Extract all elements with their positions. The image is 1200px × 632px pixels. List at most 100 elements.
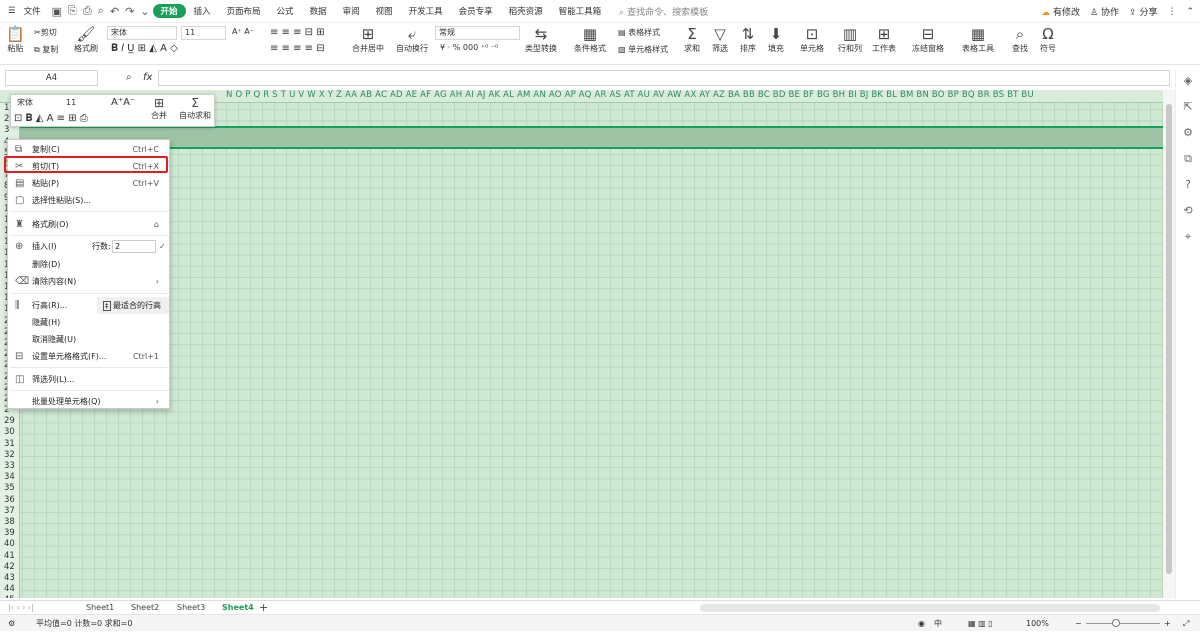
collab-button[interactable]: ♙ 协作 bbox=[1090, 5, 1119, 18]
zoom-icon[interactable]: ⌕ bbox=[126, 72, 132, 83]
tab-member[interactable]: 会员专享 bbox=[451, 5, 501, 17]
zoom-slider[interactable] bbox=[1086, 623, 1160, 624]
zoom-level[interactable]: 100% bbox=[1026, 615, 1049, 632]
tab-review[interactable]: 审阅 bbox=[335, 5, 368, 17]
cut-button[interactable]: ✂剪切 bbox=[34, 27, 57, 38]
freeze-button[interactable]: ⊟ 冻结窗格 bbox=[912, 25, 944, 54]
menu-paste-special[interactable]: ▢ 选择性粘贴(S)... bbox=[8, 192, 169, 209]
merge-center-button[interactable]: ⊞ 合并居中 bbox=[352, 25, 384, 54]
cell-button[interactable]: ⊡ 单元格 bbox=[800, 25, 824, 54]
row-header[interactable]: 32 bbox=[0, 450, 19, 461]
share-button[interactable]: ⇪ 分享 bbox=[1129, 5, 1157, 18]
sidebar-location-icon[interactable]: ⌖ bbox=[1176, 230, 1200, 252]
formula-input[interactable] bbox=[158, 70, 1170, 86]
best-fit-row-height[interactable]: ‡ 最适合的行高 bbox=[97, 297, 169, 314]
row-header[interactable]: 44 bbox=[0, 584, 19, 595]
print-icon[interactable]: ⎙ bbox=[80, 4, 95, 18]
symbol-button[interactable]: Ω 符号 bbox=[1040, 25, 1056, 54]
row-header[interactable]: 37 bbox=[0, 506, 19, 517]
tab-formula[interactable]: 公式 bbox=[269, 5, 302, 17]
mini-merge-button[interactable]: ⊞ 合并 bbox=[151, 96, 167, 121]
command-search[interactable]: ⌕ 查找命令、搜索模板 bbox=[609, 5, 718, 18]
sidebar-style-icon[interactable]: ◈ bbox=[1176, 74, 1200, 96]
sidebar-link-icon[interactable]: ⧉ bbox=[1176, 152, 1200, 174]
redo-icon[interactable]: ↷ bbox=[122, 5, 137, 18]
view-mode-icons[interactable]: ▦ ▥ ▯ bbox=[968, 615, 993, 632]
cell-style-button[interactable]: ▧ 单元格样式 bbox=[618, 44, 668, 55]
sidebar-select-icon[interactable]: ⇱ bbox=[1176, 100, 1200, 122]
sheet-tab-2[interactable]: Sheet2 bbox=[131, 601, 159, 615]
export-icon[interactable]: ⎘ bbox=[65, 4, 80, 18]
zoom-in-icon[interactable]: + bbox=[1164, 615, 1171, 632]
table-tools-button[interactable]: ▦ 表格工具 bbox=[962, 25, 994, 54]
menu-row-height[interactable]: ⫼ 行高(R)... ‡ 最适合的行高 bbox=[8, 297, 169, 314]
add-sheet-icon[interactable]: + bbox=[259, 601, 268, 615]
row-header[interactable]: 45 bbox=[0, 595, 19, 598]
align-horiz-icons[interactable]: ≡ ≡ ≡ ≡ ⊟ bbox=[270, 43, 325, 54]
fullscreen-icon[interactable]: ⤢ bbox=[1183, 615, 1189, 632]
sheet-tab-3[interactable]: Sheet3 bbox=[177, 601, 205, 615]
more-options-icon[interactable]: ⋮ bbox=[1167, 7, 1176, 17]
mini-font-select[interactable]: 宋体 bbox=[14, 97, 59, 111]
row-header[interactable]: 35 bbox=[0, 483, 19, 494]
align-top-icons[interactable]: ≡ ≡ ≡ ⊟ ⊞ bbox=[270, 27, 325, 38]
more-icon[interactable]: ⌄ bbox=[137, 5, 152, 18]
sidebar-help-icon[interactable]: ? bbox=[1176, 178, 1200, 200]
eye-icon[interactable]: ◉ bbox=[918, 615, 925, 632]
sum-button[interactable]: Σ 求和 bbox=[684, 25, 700, 54]
sheet-tab-4[interactable]: Sheet4 bbox=[222, 601, 254, 615]
row-header[interactable]: 36 bbox=[0, 495, 19, 506]
paste-button[interactable]: 📋 粘贴 bbox=[6, 25, 25, 54]
row-header[interactable]: 29 bbox=[0, 416, 19, 427]
mini-font-grow-icon[interactable]: A⁺A⁻ bbox=[111, 97, 135, 108]
mini-format-icons[interactable]: ⊡ 𝐁 ◭ A ≡ ⊞ ⎙ bbox=[14, 113, 88, 124]
font-size-select[interactable]: 11 bbox=[181, 26, 226, 40]
tab-data[interactable]: 数据 bbox=[302, 5, 335, 17]
row-header[interactable]: 3 bbox=[0, 125, 19, 136]
menu-delete[interactable]: 删除(D) bbox=[8, 256, 169, 273]
sidebar-backup-icon[interactable]: ⟲ bbox=[1176, 204, 1200, 226]
undo-icon[interactable]: ↶ bbox=[107, 5, 122, 18]
row-header[interactable]: 43 bbox=[0, 573, 19, 584]
menu-hide[interactable]: 隐藏(H) bbox=[8, 314, 169, 331]
menu-file[interactable]: 文件 bbox=[24, 5, 49, 17]
print-preview-icon[interactable]: ⌕ bbox=[95, 4, 107, 18]
menu-unhide[interactable]: 取消隐藏(U) bbox=[8, 331, 169, 348]
tab-view[interactable]: 视图 bbox=[368, 5, 401, 17]
number-buttons[interactable]: ¥ · % 000 ⁺⁰ ⁻⁰ bbox=[440, 43, 498, 52]
row-header[interactable]: 31 bbox=[0, 439, 19, 450]
row-header[interactable]: 30 bbox=[0, 427, 19, 438]
row-header[interactable]: 42 bbox=[0, 562, 19, 573]
menu-batch[interactable]: 批量处理单元格(Q) › bbox=[8, 393, 169, 410]
row-col-button[interactable]: ▥ 行和列 bbox=[838, 25, 862, 54]
mini-size-select[interactable]: 11 bbox=[63, 97, 108, 111]
tab-insert[interactable]: 插入 bbox=[186, 5, 219, 17]
tab-smart-toolbox[interactable]: 智能工具箱 bbox=[551, 5, 610, 17]
rows-stepper[interactable]: 2 bbox=[112, 240, 156, 253]
sort-button[interactable]: ⇅ 排序 bbox=[740, 25, 756, 54]
sidebar-settings-icon[interactable]: ⚙ bbox=[1176, 126, 1200, 148]
fx-icon[interactable]: fx bbox=[143, 72, 152, 83]
row-header[interactable]: 33 bbox=[0, 461, 19, 472]
horizontal-scrollbar[interactable] bbox=[700, 604, 1160, 612]
row-header[interactable]: 39 bbox=[0, 528, 19, 539]
sheet-tab-1[interactable]: Sheet1 bbox=[86, 601, 114, 615]
font-style-buttons[interactable]: 𝐁 𝐼 U̲ ⊞ ◭ A ◇ bbox=[111, 43, 178, 54]
sheet-grid[interactable]: N O P Q R S T U V W X Y Z AA AB AC AD AE… bbox=[0, 90, 1163, 598]
row-header[interactable]: 38 bbox=[0, 517, 19, 528]
cond-format-button[interactable]: ▦ 条件格式 bbox=[574, 25, 606, 54]
language-indicator[interactable]: 中 bbox=[934, 615, 942, 632]
modified-indicator[interactable]: ☁ 有修改 bbox=[1041, 5, 1080, 18]
hamburger-icon[interactable]: ☰ bbox=[0, 6, 24, 16]
menu-filter-column[interactable]: ◫ 筛选列(L)... bbox=[8, 371, 169, 388]
number-format-select[interactable]: 常规 bbox=[435, 26, 520, 40]
menu-insert[interactable]: ⊕ 插入(I) 行数: 2 ✓ bbox=[8, 238, 169, 255]
menu-format-painter[interactable]: ♜ 格式刷(O) ⌂ bbox=[8, 216, 169, 233]
copy-button[interactable]: ⧉ 复制 bbox=[34, 44, 58, 55]
selected-row-4[interactable] bbox=[20, 126, 1163, 149]
mini-autosum-button[interactable]: Σ 自动求和 bbox=[179, 96, 211, 121]
format-painter-button[interactable]: 🖌 格式刷 bbox=[74, 25, 98, 54]
font-grow-icon[interactable]: A⁺ A⁻ bbox=[232, 27, 254, 36]
save-icon[interactable]: ▣ bbox=[49, 5, 65, 18]
row-header[interactable]: 34 bbox=[0, 472, 19, 483]
